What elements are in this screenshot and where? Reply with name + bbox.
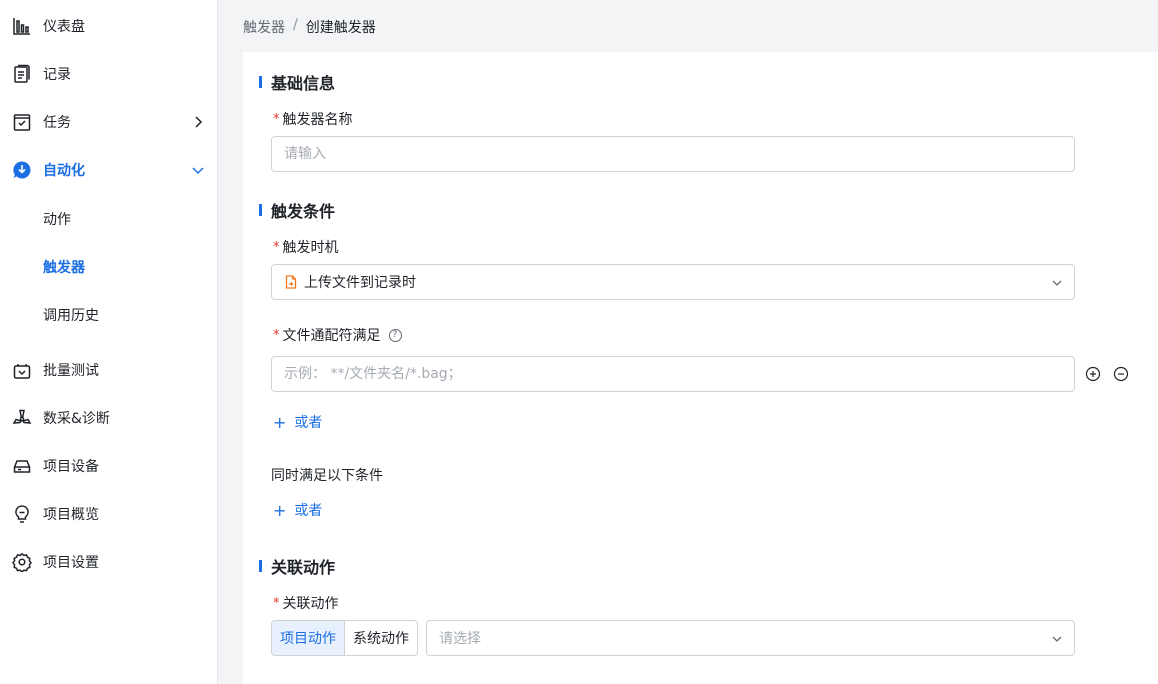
chart-bar-icon — [12, 16, 32, 36]
sidebar-item-batch-test[interactable]: 批量测试 — [0, 350, 218, 390]
section-title: 触发条件 — [271, 202, 336, 221]
sidebar-item-label: 批量测试 — [43, 363, 99, 379]
file-wildcard-input[interactable] — [271, 356, 1075, 392]
sidebar-item-label: 任务 — [43, 115, 71, 131]
sidebar-subitem-label: 触发器 — [43, 260, 85, 276]
field-label-text: 文件通配符满足 — [282, 328, 381, 344]
breadcrumb: 触发器 / 创建触发器 — [243, 17, 376, 37]
or-link-label: 或者 — [294, 503, 323, 519]
required-mark: * — [273, 111, 280, 127]
plus-icon: + — [273, 500, 287, 520]
trigger-name-input[interactable] — [271, 136, 1075, 172]
sidebar-item-label: 项目概览 — [43, 507, 99, 523]
automation-icon — [12, 160, 32, 180]
field-label-text: 关联动作 — [282, 596, 339, 612]
breadcrumb-current: 创建触发器 — [305, 20, 376, 36]
sidebar-subitem-label: 动作 — [43, 212, 71, 228]
section-title: 关联动作 — [271, 558, 336, 577]
trigger-timing-select[interactable]: 上传文件到记录时 — [271, 264, 1075, 300]
file-wildcard-label: * 文件通配符满足 ? — [273, 325, 402, 345]
breadcrumb-separator: / — [293, 17, 298, 33]
chevron-right-icon — [195, 116, 203, 128]
chevron-down-icon — [1052, 280, 1062, 286]
sidebar-item-label: 数采&诊断 — [43, 411, 110, 427]
sidebar-subitem-call-history[interactable]: 调用历史 — [0, 294, 218, 334]
bulb-icon — [12, 504, 32, 524]
section-basic-info: 基础信息 — [259, 70, 335, 94]
device-icon — [12, 456, 32, 476]
sidebar-subitem-actions[interactable]: 动作 — [0, 198, 218, 238]
task-icon — [12, 112, 32, 132]
add-or-condition-button[interactable]: + 或者 — [273, 412, 322, 432]
or-link-label: 或者 — [294, 415, 323, 431]
field-label-text: 触发时机 — [282, 240, 339, 256]
sidebar-item-project-devices[interactable]: 项目设备 — [0, 446, 218, 486]
remove-circle-icon[interactable] — [1113, 366, 1129, 382]
radiation-icon — [12, 408, 32, 428]
sidebar-item-records[interactable]: 记录 — [0, 54, 218, 94]
segment-system-action[interactable]: 系统动作 — [345, 621, 417, 655]
segment-project-action[interactable]: 项目动作 — [272, 621, 345, 655]
add-and-condition-button[interactable]: + 或者 — [273, 500, 322, 520]
also-conditions-label: 同时满足以下条件 — [271, 468, 383, 484]
sidebar-item-label: 项目设置 — [43, 555, 99, 571]
sidebar-item-project-settings[interactable]: 项目设置 — [0, 542, 218, 582]
plus-icon: + — [273, 412, 287, 432]
sidebar-item-label: 记录 — [43, 67, 71, 83]
breadcrumb-parent[interactable]: 触发器 — [243, 17, 285, 37]
sidebar-item-label: 自动化 — [43, 163, 85, 179]
required-mark: * — [273, 595, 280, 611]
required-mark: * — [273, 327, 280, 343]
sidebar-item-data-diagnosis[interactable]: 数采&诊断 — [0, 398, 218, 438]
add-circle-icon[interactable] — [1085, 366, 1101, 382]
section-linked-action: 关联动作 — [259, 554, 335, 578]
linked-action-label: * 关联动作 — [273, 593, 339, 613]
required-mark: * — [273, 239, 280, 255]
chevron-down-icon — [1052, 636, 1062, 642]
file-upload-icon — [285, 275, 297, 289]
linked-action-select[interactable]: 请选择 — [426, 620, 1075, 656]
sidebar-item-dashboard[interactable]: 仪表盘 — [0, 6, 218, 46]
section-marker — [259, 560, 262, 572]
sidebar: 仪表盘 记录 任务 自动化 动作 触发器 调用历史 批量测试 数采&诊断 项目设… — [0, 0, 218, 684]
trigger-timing-value: 上传文件到记录时 — [304, 275, 416, 291]
select-placeholder: 请选择 — [439, 631, 481, 647]
gear-icon — [12, 552, 32, 572]
sidebar-item-tasks[interactable]: 任务 — [0, 102, 218, 142]
field-label-text: 触发器名称 — [282, 112, 353, 128]
action-type-segmented: 项目动作 系统动作 — [271, 620, 418, 656]
sidebar-subitem-label: 调用历史 — [43, 308, 99, 324]
sidebar-item-label: 仪表盘 — [43, 19, 85, 35]
clipboard-icon — [12, 64, 32, 84]
sidebar-subitem-triggers[interactable]: 触发器 — [0, 246, 218, 286]
section-marker — [259, 204, 262, 216]
sidebar-item-project-overview[interactable]: 项目概览 — [0, 494, 218, 534]
trigger-name-label: * 触发器名称 — [273, 109, 353, 129]
section-trigger-conditions: 触发条件 — [259, 198, 335, 222]
section-marker — [259, 76, 262, 88]
section-title: 基础信息 — [271, 74, 336, 93]
sidebar-item-automation[interactable]: 自动化 — [0, 150, 218, 190]
help-icon[interactable]: ? — [388, 328, 402, 342]
chevron-down-icon — [192, 167, 204, 175]
sidebar-item-label: 项目设备 — [43, 459, 99, 475]
trigger-timing-label: * 触发时机 — [273, 237, 339, 257]
batch-test-icon — [12, 360, 32, 380]
